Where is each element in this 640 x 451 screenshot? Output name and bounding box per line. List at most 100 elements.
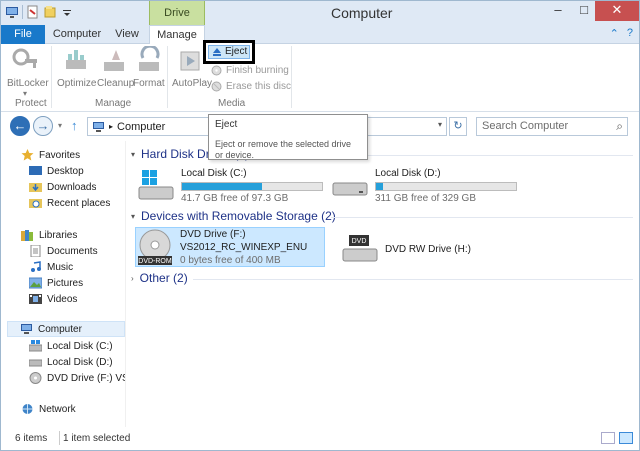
tooltip-body: Eject or remove the selected drive or de… — [215, 139, 352, 160]
tab-view[interactable]: View — [109, 25, 145, 44]
pane-splitter[interactable] — [125, 141, 126, 427]
nav-label: Videos — [47, 293, 78, 305]
minimize-button[interactable]: – — [545, 1, 571, 21]
dvd-badge: DVD — [352, 238, 367, 245]
dvd-rom-icon: DVD-ROM — [138, 229, 172, 265]
minimize-ribbon-icon[interactable]: ⌃ — [610, 27, 619, 40]
nav-label: Local Disk (C:) — [47, 340, 113, 352]
drive-tile-h[interactable]: DVD DVD RW Drive (H:) — [341, 231, 531, 271]
back-arrow-icon: ← — [13, 118, 27, 133]
forward-button[interactable]: → — [33, 116, 53, 136]
nav-item-dvd-drive-f[interactable]: DVD Drive (F:) VS201 — [29, 370, 125, 386]
nav-item-music[interactable]: Music — [29, 259, 73, 275]
tab-manage[interactable]: Manage — [149, 25, 205, 45]
eject-tooltip: Eject Eject or remove the selected drive… — [208, 114, 368, 160]
search-icon[interactable]: ⌕ — [616, 118, 623, 135]
search-input[interactable]: Search Computer ⌕ — [476, 117, 628, 136]
drive-tile-c[interactable]: Local Disk (C:) 41.7 GB free of 97.3 GB — [137, 167, 337, 207]
group-header-other[interactable]: › Other (2) — [131, 271, 188, 285]
eject-icon — [213, 48, 221, 56]
nav-item-recent-places[interactable]: Recent places — [29, 195, 110, 211]
computer-icon[interactable] — [5, 5, 19, 19]
network-icon — [22, 404, 33, 414]
tiles-view-icon[interactable] — [619, 432, 633, 444]
nav-item-local-disk-c[interactable]: Local Disk (C:) — [29, 338, 113, 354]
format-icon — [139, 46, 160, 71]
group-header-removable-storage[interactable]: ▾ Devices with Removable Storage (2) — [131, 209, 336, 223]
nav-item-pictures[interactable]: Pictures — [29, 275, 83, 291]
group-header-label: Other (2) — [139, 271, 188, 285]
cleanup-button[interactable]: Cleanup — [97, 46, 134, 89]
libraries-icon — [21, 230, 33, 241]
windows-drive-icon — [138, 170, 174, 200]
nav-item-videos[interactable]: Videos — [29, 291, 77, 307]
drive-info: DVD RW Drive (H:) — [385, 231, 471, 271]
nav-label: DVD Drive (F:) VS201 — [47, 372, 125, 384]
maximize-button[interactable]: □ — [571, 1, 597, 21]
pictures-icon — [29, 277, 42, 289]
bitlocker-button[interactable]: BitLocker ▾ — [7, 46, 49, 98]
nav-label: Libraries — [39, 229, 78, 241]
drive-name: Local Disk (D:) — [375, 168, 441, 179]
nav-item-downloads[interactable]: Downloads — [29, 179, 96, 195]
eject-highlight-box: Eject — [203, 40, 255, 64]
search-placeholder: Search Computer — [482, 120, 569, 132]
autoplay-icon — [180, 51, 200, 71]
nav-label: Desktop — [47, 165, 84, 177]
new-folder-icon[interactable] — [43, 5, 57, 19]
group-separator — [51, 46, 52, 108]
nav-label: Computer — [38, 323, 82, 335]
erase-disc-button[interactable]: Erase this disc — [211, 81, 291, 92]
breadcrumb-separator[interactable]: ▸ — [109, 122, 113, 131]
optimize-label: Optimize — [57, 78, 97, 89]
optimize-button[interactable]: Optimize — [57, 46, 97, 89]
eject-button[interactable]: Eject — [208, 45, 250, 59]
address-dropdown-icon[interactable]: ▾ — [438, 120, 442, 129]
content-area: ▾ Hard Disk Drives (2) Local Disk (C:) 4… — [127, 141, 639, 427]
nav-item-desktop[interactable]: Desktop — [29, 163, 84, 179]
format-label: Format — [133, 78, 165, 89]
qat-dropdown-icon[interactable] — [60, 5, 74, 19]
refresh-button[interactable]: ↻ — [449, 117, 467, 136]
drive-tile-d[interactable]: Local Disk (D:) 311 GB free of 329 GB — [331, 167, 531, 207]
computer-icon — [21, 324, 32, 334]
ribbon-body: BitLocker ▾ Protect Optimize Cleanup For… — [1, 40, 639, 112]
drive-tools-context-title: Drive Tools — [149, 1, 205, 43]
drive-name: DVD RW Drive (H:) — [385, 244, 471, 255]
computer-icon — [93, 121, 104, 132]
quick-access-toolbar — [5, 5, 74, 19]
breadcrumb-computer[interactable]: Computer — [117, 121, 165, 133]
nav-label: Local Disk (D:) — [47, 356, 113, 368]
drive-info: Local Disk (C:) 41.7 GB free of 97.3 GB — [181, 167, 323, 207]
recent-locations-dropdown[interactable]: ▾ — [58, 121, 62, 130]
downloads-icon — [29, 183, 42, 192]
group-label-protect: Protect — [15, 98, 47, 109]
nav-item-documents[interactable]: Documents — [29, 243, 98, 259]
nav-item-libraries[interactable]: Libraries — [21, 227, 77, 243]
group-separator — [291, 46, 292, 108]
finish-burning-button[interactable]: Finish burning — [211, 65, 289, 76]
properties-icon[interactable] — [26, 5, 40, 19]
nav-item-local-disk-d[interactable]: Local Disk (D:) — [29, 354, 113, 370]
tab-file[interactable]: File — [1, 25, 45, 44]
drive-info: DVD Drive (F:) VS2012_RC_WINEXP_ENU 0 by… — [180, 228, 307, 266]
tab-computer[interactable]: Computer — [49, 25, 105, 44]
nav-item-favorites[interactable]: Favorites — [21, 147, 80, 163]
close-button[interactable]: ✕ — [595, 1, 639, 21]
details-view-icon[interactable] — [601, 432, 615, 444]
drive-tile-f[interactable]: DVD-ROM DVD Drive (F:) VS2012_RC_WINEXP_… — [135, 227, 325, 267]
format-button[interactable]: Format — [133, 46, 165, 89]
usage-bar-fill — [182, 183, 262, 190]
erase-disc-icon — [211, 81, 222, 92]
help-icon[interactable]: ? — [627, 27, 633, 40]
autoplay-label: AutoPlay — [172, 78, 213, 89]
up-button[interactable]: ↑ — [71, 118, 78, 133]
title-bar[interactable]: Drive Tools Computer – □ ✕ — [1, 1, 639, 43]
nav-item-computer[interactable]: Computer — [7, 321, 125, 337]
group-label-manage: Manage — [95, 98, 132, 109]
back-button[interactable]: ← — [10, 116, 30, 136]
refresh-icon: ↻ — [453, 120, 463, 132]
nav-label: Music — [47, 261, 74, 273]
nav-item-network[interactable]: Network — [21, 401, 76, 417]
group-separator — [167, 46, 168, 108]
